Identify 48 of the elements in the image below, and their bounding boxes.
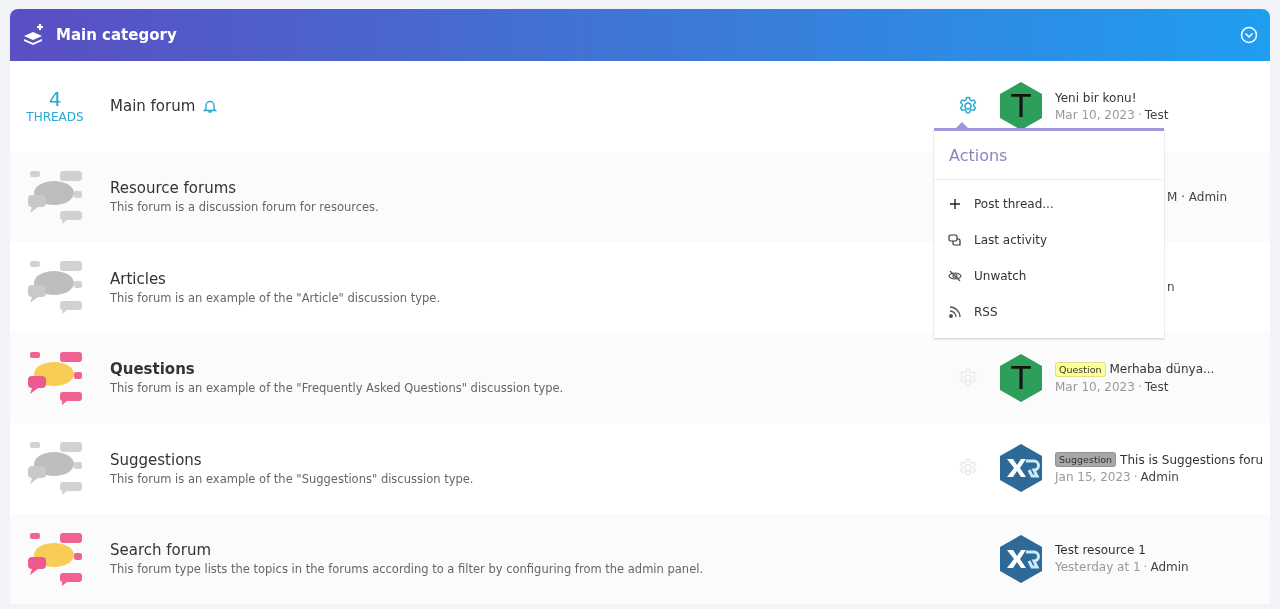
menu-item[interactable]: Unwatch (934, 258, 1164, 295)
latest-post-date: Mar 10, 2023 (1055, 379, 1135, 394)
forum-title[interactable]: Search forum (110, 541, 212, 560)
latest-post-author[interactable]: Admin (1150, 560, 1189, 575)
latest-post-date: Mar 10, 2023 (1055, 107, 1135, 122)
latest-thread-title[interactable]: Test resource 1 (1055, 543, 1146, 558)
thread-prefix-label: Question (1055, 361, 1106, 377)
category-title[interactable]: Main category (56, 26, 177, 44)
latest-post-meta: n (1167, 280, 1175, 295)
thread-prefix-label: Suggestion (1055, 452, 1117, 468)
forum-title[interactable]: Resource forums (110, 179, 237, 198)
separator-dot: · (1143, 560, 1148, 575)
latest-post-author[interactable]: Test (1144, 379, 1169, 394)
separator-dot: · (1133, 470, 1138, 485)
latest-post-date: Jan 15, 2023 (1055, 470, 1131, 485)
menu-item[interactable]: Post thread... (934, 186, 1164, 223)
forum-title[interactable]: Main forum (110, 97, 196, 116)
menu-item[interactable]: RSS (934, 294, 1164, 331)
thread-count-label: THREADS (26, 110, 84, 125)
forum-title[interactable]: Questions (110, 360, 195, 379)
menu-item[interactable]: Last activity (934, 222, 1164, 259)
layers-plus-icon (22, 24, 46, 46)
forum-title[interactable]: Articles (110, 269, 166, 288)
latest-thread-title[interactable]: Yeni bir konu! (1055, 90, 1137, 105)
latest-thread-title[interactable]: Merhaba dünya... (1109, 362, 1215, 377)
forum-description: This forum is an example of the "Suggestions" discussion type. (110, 471, 475, 486)
forum-description: This forum is a discussion forum for resources. (110, 200, 380, 215)
latest-post-date: Yesterday at 1 (1055, 560, 1141, 575)
chat-bubbles-icon (948, 233, 962, 248)
logo-avatar[interactable] (998, 533, 1044, 584)
separator-dot: · (1137, 379, 1142, 394)
latest-thread-title[interactable]: This is Suggestions foru (1120, 452, 1264, 467)
separator-dot: · (1137, 107, 1142, 122)
forum-title[interactable]: Suggestions (110, 450, 202, 469)
plus-icon (948, 197, 962, 212)
user-avatar[interactable]: T (998, 352, 1044, 403)
eye-slash-icon (948, 269, 962, 284)
settings-icon[interactable] (958, 96, 978, 117)
rss-icon (948, 305, 962, 320)
latest-post-author[interactable]: Test (1144, 107, 1169, 122)
latest-post-meta: M · Admin (1167, 189, 1228, 204)
forum-description: This forum is an example of the "Article" discussion type. (110, 290, 442, 305)
latest-post-author[interactable]: Admin (1140, 470, 1179, 485)
collapse-toggle-icon[interactable] (1240, 26, 1258, 44)
forum-description: This forum is an example of the "Frequently Asked Questions" discussion type. (110, 381, 565, 396)
thread-count: 4 (48, 88, 62, 111)
forum-description: This forum type lists the topics in the forums according to a filter by configuring from the admin panel. (110, 562, 705, 577)
logo-avatar[interactable] (998, 443, 1044, 494)
